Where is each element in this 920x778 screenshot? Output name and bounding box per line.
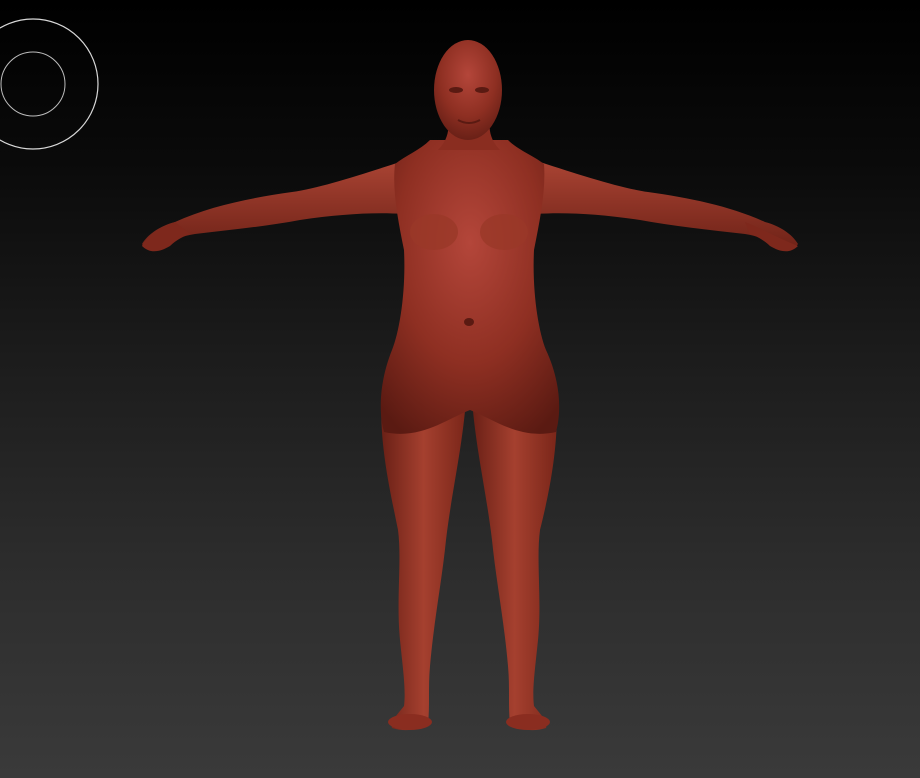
navel [464,318,474,326]
left-leg [381,390,466,731]
eye-right [475,87,489,93]
torso [380,140,560,434]
chest-right [480,214,528,250]
left-foot [388,714,432,730]
sculpt-viewport[interactable] [0,0,920,778]
head [434,40,502,140]
right-leg [472,390,557,731]
chest-left [410,214,458,250]
right-foot [506,714,550,730]
sculpt-model[interactable] [0,0,920,778]
eye-left [449,87,463,93]
